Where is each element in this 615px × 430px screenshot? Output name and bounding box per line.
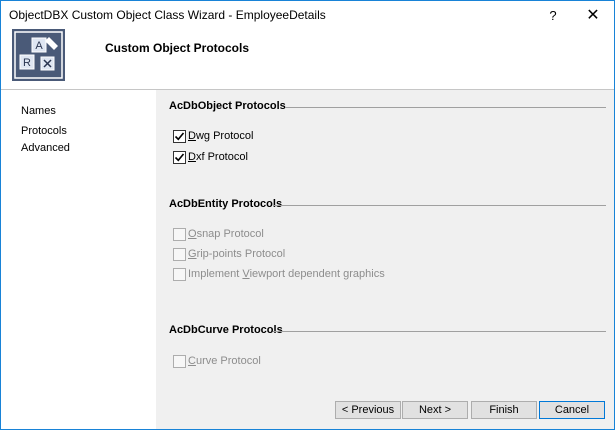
icon-letter-a: A [35, 40, 43, 52]
checkbox-box[interactable] [173, 227, 186, 241]
page-title: Custom Object Protocols [105, 41, 250, 55]
dxf-protocol-label: Dxf Protocol [188, 151, 248, 163]
group-divider [273, 331, 606, 332]
checkbox-box[interactable] [173, 129, 186, 143]
curve-protocol-label: Curve Protocol [188, 355, 261, 367]
wizard-window: ObjectDBX Custom Object Class Wizard - E… [0, 0, 615, 430]
icon-letter-r: R [23, 57, 31, 69]
previous-button[interactable]: < Previous [335, 401, 401, 419]
checkbox-box[interactable] [173, 267, 186, 281]
wizard-blocks-icon: A R [12, 29, 65, 81]
osnap-protocol-label: Osnap Protocol [188, 228, 264, 240]
checkbox-box[interactable] [173, 150, 186, 164]
title-bar[interactable]: ObjectDBX Custom Object Class Wizard - E… [1, 1, 614, 29]
header-banner: A R Custom Object Protocols [1, 29, 614, 90]
group-title-dbobject: AcDbObject Protocols [169, 100, 286, 112]
cancel-button[interactable]: Cancel [539, 401, 605, 419]
nav-item-advanced[interactable]: Advanced [19, 142, 72, 154]
grip-points-protocol-label: Grip-points Protocol [188, 248, 286, 260]
next-button[interactable]: Next > [402, 401, 468, 419]
nav-item-protocols[interactable]: Protocols [19, 125, 69, 137]
checkbox-box[interactable] [173, 247, 186, 261]
group-divider [285, 107, 606, 108]
finish-button[interactable]: Finish [471, 401, 537, 419]
dwg-protocol-checkbox[interactable]: Dwg Protocol [173, 128, 253, 144]
checkmark-icon [174, 152, 185, 161]
viewport-graphics-checkbox[interactable]: Implement Viewport dependent graphics [173, 266, 385, 282]
dwg-protocol-label: Dwg Protocol [188, 130, 254, 142]
help-button[interactable]: ? [535, 1, 571, 29]
checkmark-icon [174, 131, 185, 140]
protocols-panel: AcDbObject Protocols Dwg Protocol Dxf Pr… [157, 90, 614, 429]
window-title: ObjectDBX Custom Object Class Wizard - E… [9, 8, 326, 22]
nav-item-names[interactable]: Names [19, 105, 58, 117]
group-title-curve: AcDbCurve Protocols [169, 324, 283, 336]
checkbox-box[interactable] [173, 354, 186, 368]
dxf-protocol-checkbox[interactable]: Dxf Protocol [173, 149, 248, 165]
curve-protocol-checkbox[interactable]: Curve Protocol [173, 353, 261, 369]
osnap-protocol-checkbox[interactable]: Osnap Protocol [173, 226, 264, 242]
group-divider [273, 205, 606, 206]
wizard-nav: Names Protocols Advanced [1, 90, 156, 429]
viewport-graphics-label: Implement Viewport dependent graphics [188, 268, 385, 280]
close-button[interactable]: ✕ [575, 1, 611, 29]
group-title-entity: AcDbEntity Protocols [169, 198, 283, 210]
grip-points-protocol-checkbox[interactable]: Grip-points Protocol [173, 246, 285, 262]
